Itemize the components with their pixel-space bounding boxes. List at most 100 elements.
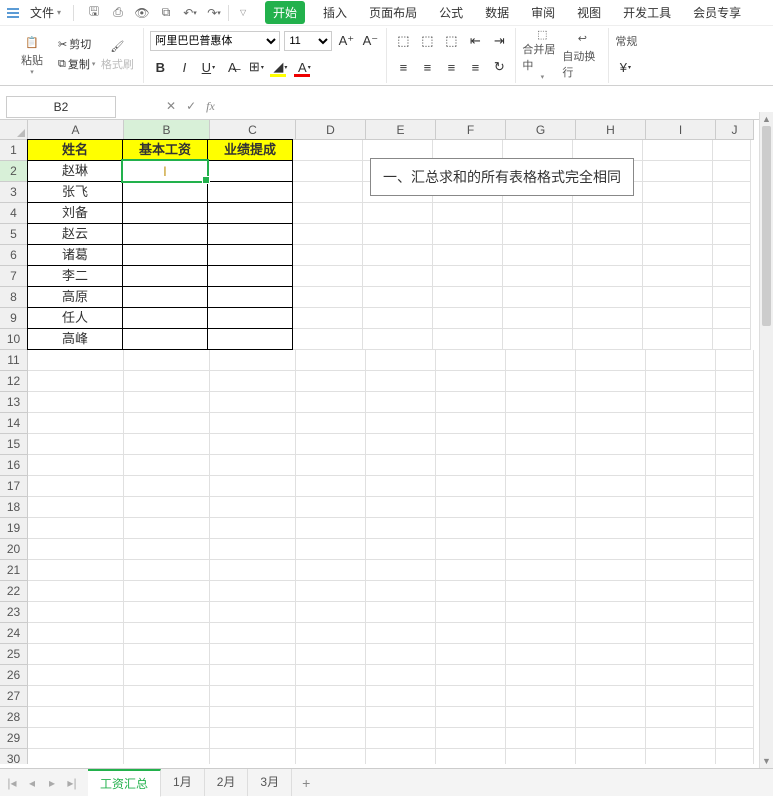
- cell-C29[interactable]: [210, 728, 296, 749]
- cell-C13[interactable]: [210, 392, 296, 413]
- cell-A3[interactable]: 张飞: [27, 181, 123, 203]
- cell-I2[interactable]: [643, 161, 713, 182]
- cell-B17[interactable]: [124, 476, 210, 497]
- print-icon[interactable]: ⎙: [110, 5, 126, 21]
- vertical-scrollbar[interactable]: ▲ ▼: [759, 112, 773, 768]
- cell-I8[interactable]: [643, 287, 713, 308]
- fx-icon[interactable]: fx: [206, 99, 215, 114]
- cell-E12[interactable]: [366, 371, 436, 392]
- cell-G11[interactable]: [506, 350, 576, 371]
- cell-E21[interactable]: [366, 560, 436, 581]
- cell-J30[interactable]: [716, 749, 754, 764]
- cell-B26[interactable]: [124, 665, 210, 686]
- row-header-18[interactable]: 18: [0, 497, 28, 518]
- cell-J8[interactable]: [713, 287, 751, 308]
- col-header-F[interactable]: F: [436, 120, 506, 140]
- cell-H29[interactable]: [576, 728, 646, 749]
- cell-H7[interactable]: [573, 266, 643, 287]
- cell-F9[interactable]: [433, 308, 503, 329]
- cell-I27[interactable]: [646, 686, 716, 707]
- cell-F22[interactable]: [436, 581, 506, 602]
- row-header-2[interactable]: 2: [0, 161, 28, 182]
- ribbon-tab-7[interactable]: 开发工具: [619, 1, 675, 24]
- cell-J7[interactable]: [713, 266, 751, 287]
- cell-A12[interactable]: [28, 371, 124, 392]
- cell-F24[interactable]: [436, 623, 506, 644]
- row-header-16[interactable]: 16: [0, 455, 28, 476]
- cell-J25[interactable]: [716, 644, 754, 665]
- cell-A29[interactable]: [28, 728, 124, 749]
- cell-C7[interactable]: [207, 265, 293, 287]
- ribbon-tab-4[interactable]: 数据: [481, 1, 513, 24]
- cell-B14[interactable]: [124, 413, 210, 434]
- cell-E13[interactable]: [366, 392, 436, 413]
- cell-D4[interactable]: [293, 203, 363, 224]
- cell-G9[interactable]: [503, 308, 573, 329]
- cell-B22[interactable]: [124, 581, 210, 602]
- cell-C21[interactable]: [210, 560, 296, 581]
- cell-A24[interactable]: [28, 623, 124, 644]
- cell-H16[interactable]: [576, 455, 646, 476]
- cell-G18[interactable]: [506, 497, 576, 518]
- cell-I9[interactable]: [643, 308, 713, 329]
- cell-H27[interactable]: [576, 686, 646, 707]
- sheet-tab-2[interactable]: 2月: [205, 769, 249, 796]
- cell-A5[interactable]: 赵云: [27, 223, 123, 245]
- row-header-20[interactable]: 20: [0, 539, 28, 560]
- cell-E11[interactable]: [366, 350, 436, 371]
- cell-B4[interactable]: [122, 202, 208, 224]
- row-header-5[interactable]: 5: [0, 224, 28, 245]
- row-header-29[interactable]: 29: [0, 728, 28, 749]
- currency-icon[interactable]: ¥▾: [615, 57, 635, 77]
- cell-H10[interactable]: [573, 329, 643, 350]
- cell-F27[interactable]: [436, 686, 506, 707]
- cell-F18[interactable]: [436, 497, 506, 518]
- cell-C26[interactable]: [210, 665, 296, 686]
- cell-B20[interactable]: [124, 539, 210, 560]
- cell-J12[interactable]: [716, 371, 754, 392]
- cell-F15[interactable]: [436, 434, 506, 455]
- cell-H13[interactable]: [576, 392, 646, 413]
- cell-J10[interactable]: [713, 329, 751, 350]
- cell-E25[interactable]: [366, 644, 436, 665]
- row-header-17[interactable]: 17: [0, 476, 28, 497]
- app-menu-icon[interactable]: [4, 4, 22, 22]
- cell-H26[interactable]: [576, 665, 646, 686]
- cell-D24[interactable]: [296, 623, 366, 644]
- prev-sheet-icon[interactable]: ◂: [24, 776, 40, 790]
- cell-F12[interactable]: [436, 371, 506, 392]
- row-header-13[interactable]: 13: [0, 392, 28, 413]
- cell-F23[interactable]: [436, 602, 506, 623]
- cell-B16[interactable]: [124, 455, 210, 476]
- cell-J1[interactable]: [713, 140, 751, 161]
- cell-C24[interactable]: [210, 623, 296, 644]
- cell-E29[interactable]: [366, 728, 436, 749]
- cell-I10[interactable]: [643, 329, 713, 350]
- cell-B21[interactable]: [124, 560, 210, 581]
- cell-E8[interactable]: [363, 287, 433, 308]
- cell-E6[interactable]: [363, 245, 433, 266]
- cell-C27[interactable]: [210, 686, 296, 707]
- cell-B30[interactable]: [124, 749, 210, 764]
- cell-D3[interactable]: [293, 182, 363, 203]
- cell-J22[interactable]: [716, 581, 754, 602]
- col-header-G[interactable]: G: [506, 120, 576, 140]
- cell-G16[interactable]: [506, 455, 576, 476]
- cell-G24[interactable]: [506, 623, 576, 644]
- cell-J4[interactable]: [713, 203, 751, 224]
- cell-G20[interactable]: [506, 539, 576, 560]
- cell-E14[interactable]: [366, 413, 436, 434]
- cell-I22[interactable]: [646, 581, 716, 602]
- cell-F29[interactable]: [436, 728, 506, 749]
- cell-G22[interactable]: [506, 581, 576, 602]
- align-right-icon[interactable]: ≡: [441, 57, 461, 77]
- cell-H28[interactable]: [576, 707, 646, 728]
- cell-D5[interactable]: [293, 224, 363, 245]
- cell-F4[interactable]: [433, 203, 503, 224]
- cell-E28[interactable]: [366, 707, 436, 728]
- col-header-J[interactable]: J: [716, 120, 754, 140]
- cell-C17[interactable]: [210, 476, 296, 497]
- cell-B24[interactable]: [124, 623, 210, 644]
- cell-A19[interactable]: [28, 518, 124, 539]
- scroll-down-icon[interactable]: ▼: [760, 754, 773, 768]
